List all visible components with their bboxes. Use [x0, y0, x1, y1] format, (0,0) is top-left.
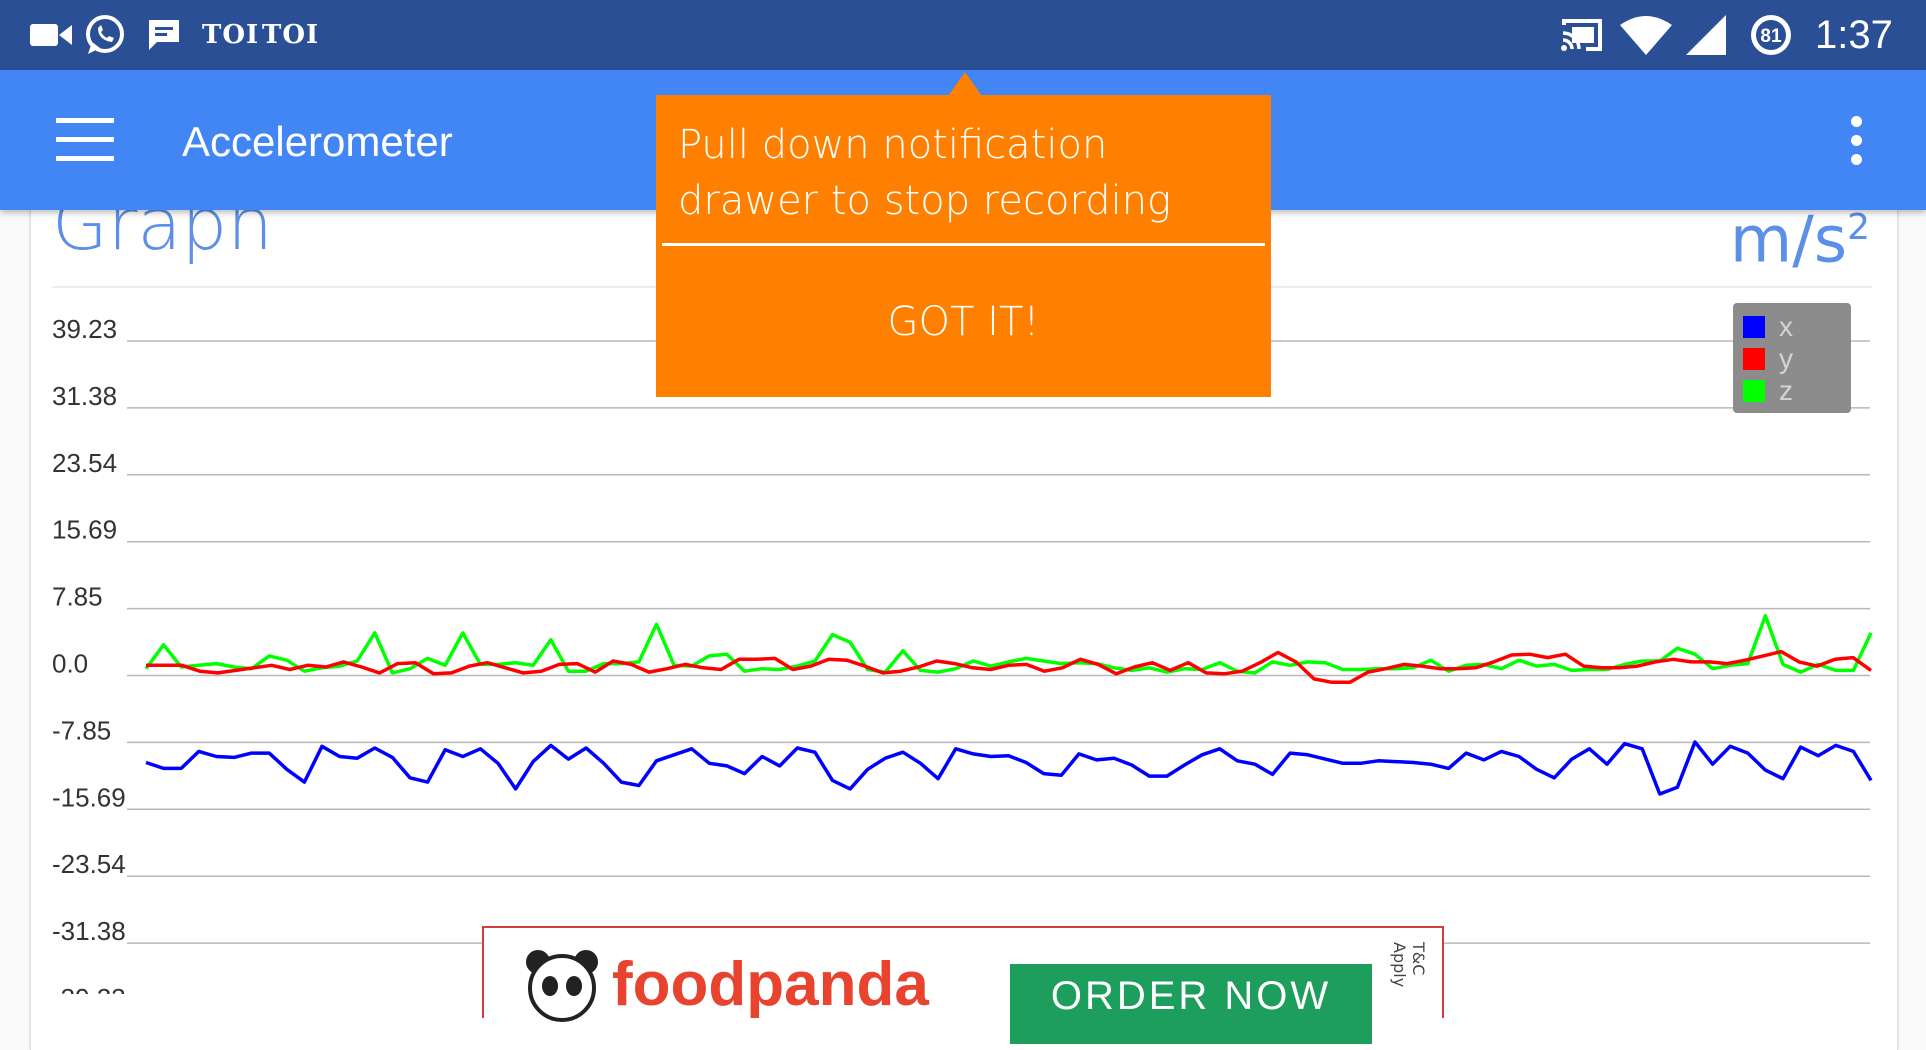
- y-tick-label: -7.85: [52, 715, 111, 745]
- more-vert-icon[interactable]: [1844, 116, 1868, 168]
- y-tick-label: 39.23: [52, 314, 117, 344]
- series-line-x: [145, 740, 1873, 796]
- y-tick-label: 7.85: [52, 582, 103, 612]
- legend-item-z: z: [1743, 375, 1793, 406]
- legend-swatch-x: [1743, 316, 1765, 338]
- ad-brand-name: foodpanda: [612, 949, 929, 1019]
- y-tick-label: 15.69: [52, 515, 117, 545]
- got-it-button[interactable]: GOT IT!: [656, 247, 1271, 397]
- legend-label-z: z: [1779, 375, 1793, 406]
- legend-label-y: y: [1779, 343, 1793, 374]
- ad-banner[interactable]: foodpanda ORDER NOW T&C Apply: [482, 926, 1444, 1044]
- legend-swatch-z: [1743, 380, 1765, 402]
- legend-item-y: y: [1743, 343, 1793, 374]
- ad-terms-note: T&C Apply: [1390, 942, 1428, 988]
- app-title: Accelerometer: [182, 118, 453, 165]
- legend-item-x: x: [1743, 311, 1793, 342]
- y-tick-label: 0.0: [52, 649, 88, 679]
- y-tick-label: -23.54: [52, 849, 126, 879]
- ad-logo: foodpanda: [524, 946, 929, 1022]
- chart-legend: x y z: [1733, 303, 1851, 413]
- hamburger-menu-icon[interactable]: [56, 118, 116, 162]
- order-now-button[interactable]: ORDER NOW: [1010, 964, 1372, 1044]
- legend-swatch-y: [1743, 348, 1765, 370]
- recording-tooltip: Pull down notification drawer to stop re…: [656, 95, 1271, 397]
- y-tick-label: -15.69: [52, 782, 126, 812]
- series-line-y: [146, 649, 1873, 685]
- tooltip-arrow: [948, 72, 982, 96]
- y-tick-label: -39.23: [52, 983, 126, 994]
- legend-label-x: x: [1779, 311, 1793, 342]
- tooltip-message: Pull down notification drawer to stop re…: [678, 122, 1172, 224]
- y-tick-label: 23.54: [52, 448, 117, 478]
- y-tick-label: -31.38: [52, 916, 126, 946]
- panda-icon: [526, 950, 598, 1022]
- y-tick-label: 31.38: [52, 381, 117, 411]
- tooltip-divider: [662, 243, 1265, 246]
